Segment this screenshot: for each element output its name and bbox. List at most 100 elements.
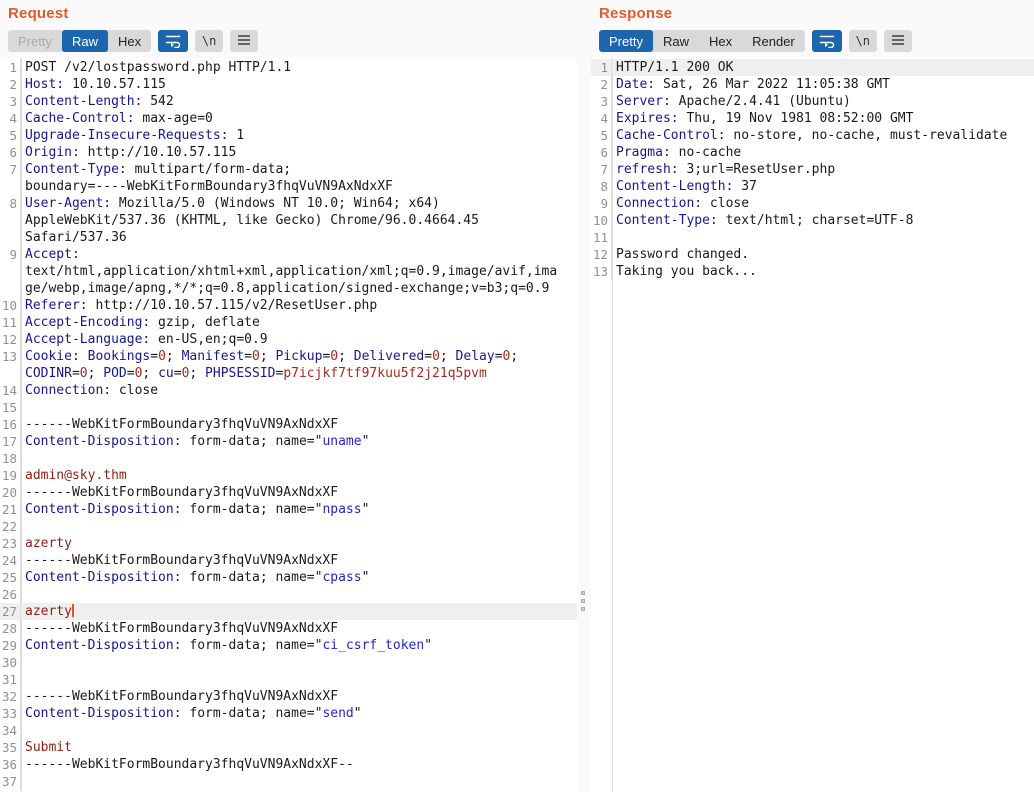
- code-line: CODINR=0; POD=0; cu=0; PHPSESSID=p7icjkf…: [0, 365, 577, 382]
- newline-toggle-button[interactable]: \n: [195, 30, 223, 52]
- code-line: 16------WebKitFormBoundary3fhqVuVN9AxNdx…: [0, 416, 577, 433]
- editor-menu-button[interactable]: [884, 30, 912, 52]
- line-number: 25: [0, 569, 21, 586]
- line-number: 11: [0, 314, 21, 331]
- code-line: 22: [0, 518, 577, 535]
- response-tab-pretty[interactable]: Pretty: [599, 30, 653, 52]
- code-line: 7Content-Type: multipart/form-data;: [0, 161, 577, 178]
- line-number: 2: [0, 76, 21, 93]
- code-line: 6Pragma: no-cache: [591, 144, 1034, 161]
- code-line: 11Accept-Encoding: gzip, deflate: [0, 314, 577, 331]
- line-number: 37: [0, 773, 21, 790]
- editor-menu-button[interactable]: [230, 30, 258, 52]
- code-line: 9Connection: close: [591, 195, 1034, 212]
- line-number: 31: [0, 671, 21, 688]
- menu-icon: [891, 34, 905, 49]
- code-line: 17Content-Disposition: form-data; name="…: [0, 433, 577, 450]
- code-line: 9Accept:: [0, 246, 577, 263]
- code-line: 37: [0, 773, 577, 790]
- newline-toggle-button[interactable]: \n: [849, 30, 877, 52]
- code-line: 5Cache-Control: no-store, no-cache, must…: [591, 127, 1034, 144]
- line-number: 10: [591, 212, 612, 229]
- line-number: [0, 212, 21, 229]
- line-number: 1: [591, 59, 612, 76]
- response-header: Response PrettyRawHexRender \n: [591, 0, 1034, 58]
- line-number: 21: [0, 501, 21, 518]
- code-line: 11: [591, 229, 1034, 246]
- code-line: 15: [0, 399, 577, 416]
- wrap-toggle-button[interactable]: [158, 30, 188, 52]
- code-line: 30: [0, 654, 577, 671]
- code-line: 2Date: Sat, 26 Mar 2022 11:05:38 GMT: [591, 76, 1034, 93]
- panel-splitter[interactable]: [577, 0, 591, 792]
- response-tabbar: PrettyRawHexRender \n: [599, 30, 1034, 52]
- request-header: Request PrettyRawHex \n: [0, 0, 577, 58]
- code-line: 7refresh: 3;url=ResetUser.php: [591, 161, 1034, 178]
- line-number: 5: [591, 127, 612, 144]
- code-line: 25Content-Disposition: form-data; name="…: [0, 569, 577, 586]
- code-line: 10Content-Type: text/html; charset=UTF-8: [591, 212, 1034, 229]
- line-number: 28: [0, 620, 21, 637]
- response-tab-raw[interactable]: Raw: [653, 30, 699, 52]
- line-number: 20: [0, 484, 21, 501]
- code-line: 8User-Agent: Mozilla/5.0 (Windows NT 10.…: [0, 195, 577, 212]
- request-editor[interactable]: 1POST /v2/lostpassword.php HTTP/1.12Host…: [0, 58, 577, 792]
- code-line: 5Upgrade-Insecure-Requests: 1: [0, 127, 577, 144]
- request-tab-hex[interactable]: Hex: [108, 30, 151, 52]
- code-line: 36------WebKitFormBoundary3fhqVuVN9AxNdx…: [0, 756, 577, 773]
- newline-icon: \n: [856, 34, 870, 48]
- line-number: 8: [0, 195, 21, 212]
- line-number: 29: [0, 637, 21, 654]
- line-number: 12: [591, 246, 612, 263]
- response-editor[interactable]: 1HTTP/1.1 200 OK2Date: Sat, 26 Mar 2022 …: [591, 58, 1034, 792]
- line-number: 8: [591, 178, 612, 195]
- code-line: 1HTTP/1.1 200 OK: [591, 59, 1034, 76]
- line-number: 3: [0, 93, 21, 110]
- request-tabbar: PrettyRawHex \n: [8, 30, 577, 52]
- request-tab-raw[interactable]: Raw: [62, 30, 108, 52]
- code-line: 28------WebKitFormBoundary3fhqVuVN9AxNdx…: [0, 620, 577, 637]
- line-number: 27: [0, 603, 21, 620]
- line-number: 30: [0, 654, 21, 671]
- line-number: 13: [0, 348, 21, 365]
- code-line: text/html,application/xhtml+xml,applicat…: [0, 263, 577, 280]
- code-line: 3Server: Apache/2.4.41 (Ubuntu): [591, 93, 1034, 110]
- code-line: 27azerty: [0, 603, 577, 620]
- wrap-icon: [164, 32, 182, 51]
- line-number: 14: [0, 382, 21, 399]
- line-number: 26: [0, 586, 21, 603]
- response-tab-render[interactable]: Render: [742, 30, 805, 52]
- newline-icon: \n: [202, 34, 216, 48]
- line-number: 9: [591, 195, 612, 212]
- response-panel: Response PrettyRawHexRender \n: [591, 0, 1034, 792]
- line-number: 17: [0, 433, 21, 450]
- code-line: 32------WebKitFormBoundary3fhqVuVN9AxNdx…: [0, 688, 577, 705]
- code-line: 4Expires: Thu, 19 Nov 1981 08:52:00 GMT: [591, 110, 1034, 127]
- code-line: 29Content-Disposition: form-data; name="…: [0, 637, 577, 654]
- line-number: 6: [591, 144, 612, 161]
- code-line: 6Origin: http://10.10.57.115: [0, 144, 577, 161]
- line-number: 3: [591, 93, 612, 110]
- line-number: 6: [0, 144, 21, 161]
- line-number: 15: [0, 399, 21, 416]
- menu-icon: [237, 34, 251, 49]
- line-number: [0, 229, 21, 246]
- line-number: 7: [0, 161, 21, 178]
- code-line: 31: [0, 671, 577, 688]
- code-line: boundary=----WebKitFormBoundary3fhqVuVN9…: [0, 178, 577, 195]
- code-line: 34: [0, 722, 577, 739]
- line-number: [0, 365, 21, 382]
- code-line: 8Content-Length: 37: [591, 178, 1034, 195]
- wrap-toggle-button[interactable]: [812, 30, 842, 52]
- line-number: 5: [0, 127, 21, 144]
- code-line: 13Taking you back...: [591, 263, 1034, 280]
- response-tab-hex[interactable]: Hex: [699, 30, 742, 52]
- request-tab-group: PrettyRawHex: [8, 30, 151, 52]
- code-line: 14Connection: close: [0, 382, 577, 399]
- request-panel: Request PrettyRawHex \n: [0, 0, 577, 792]
- line-number: 7: [591, 161, 612, 178]
- code-line: 20------WebKitFormBoundary3fhqVuVN9AxNdx…: [0, 484, 577, 501]
- line-number: 18: [0, 450, 21, 467]
- request-tab-pretty[interactable]: Pretty: [8, 30, 62, 52]
- line-number: [0, 178, 21, 195]
